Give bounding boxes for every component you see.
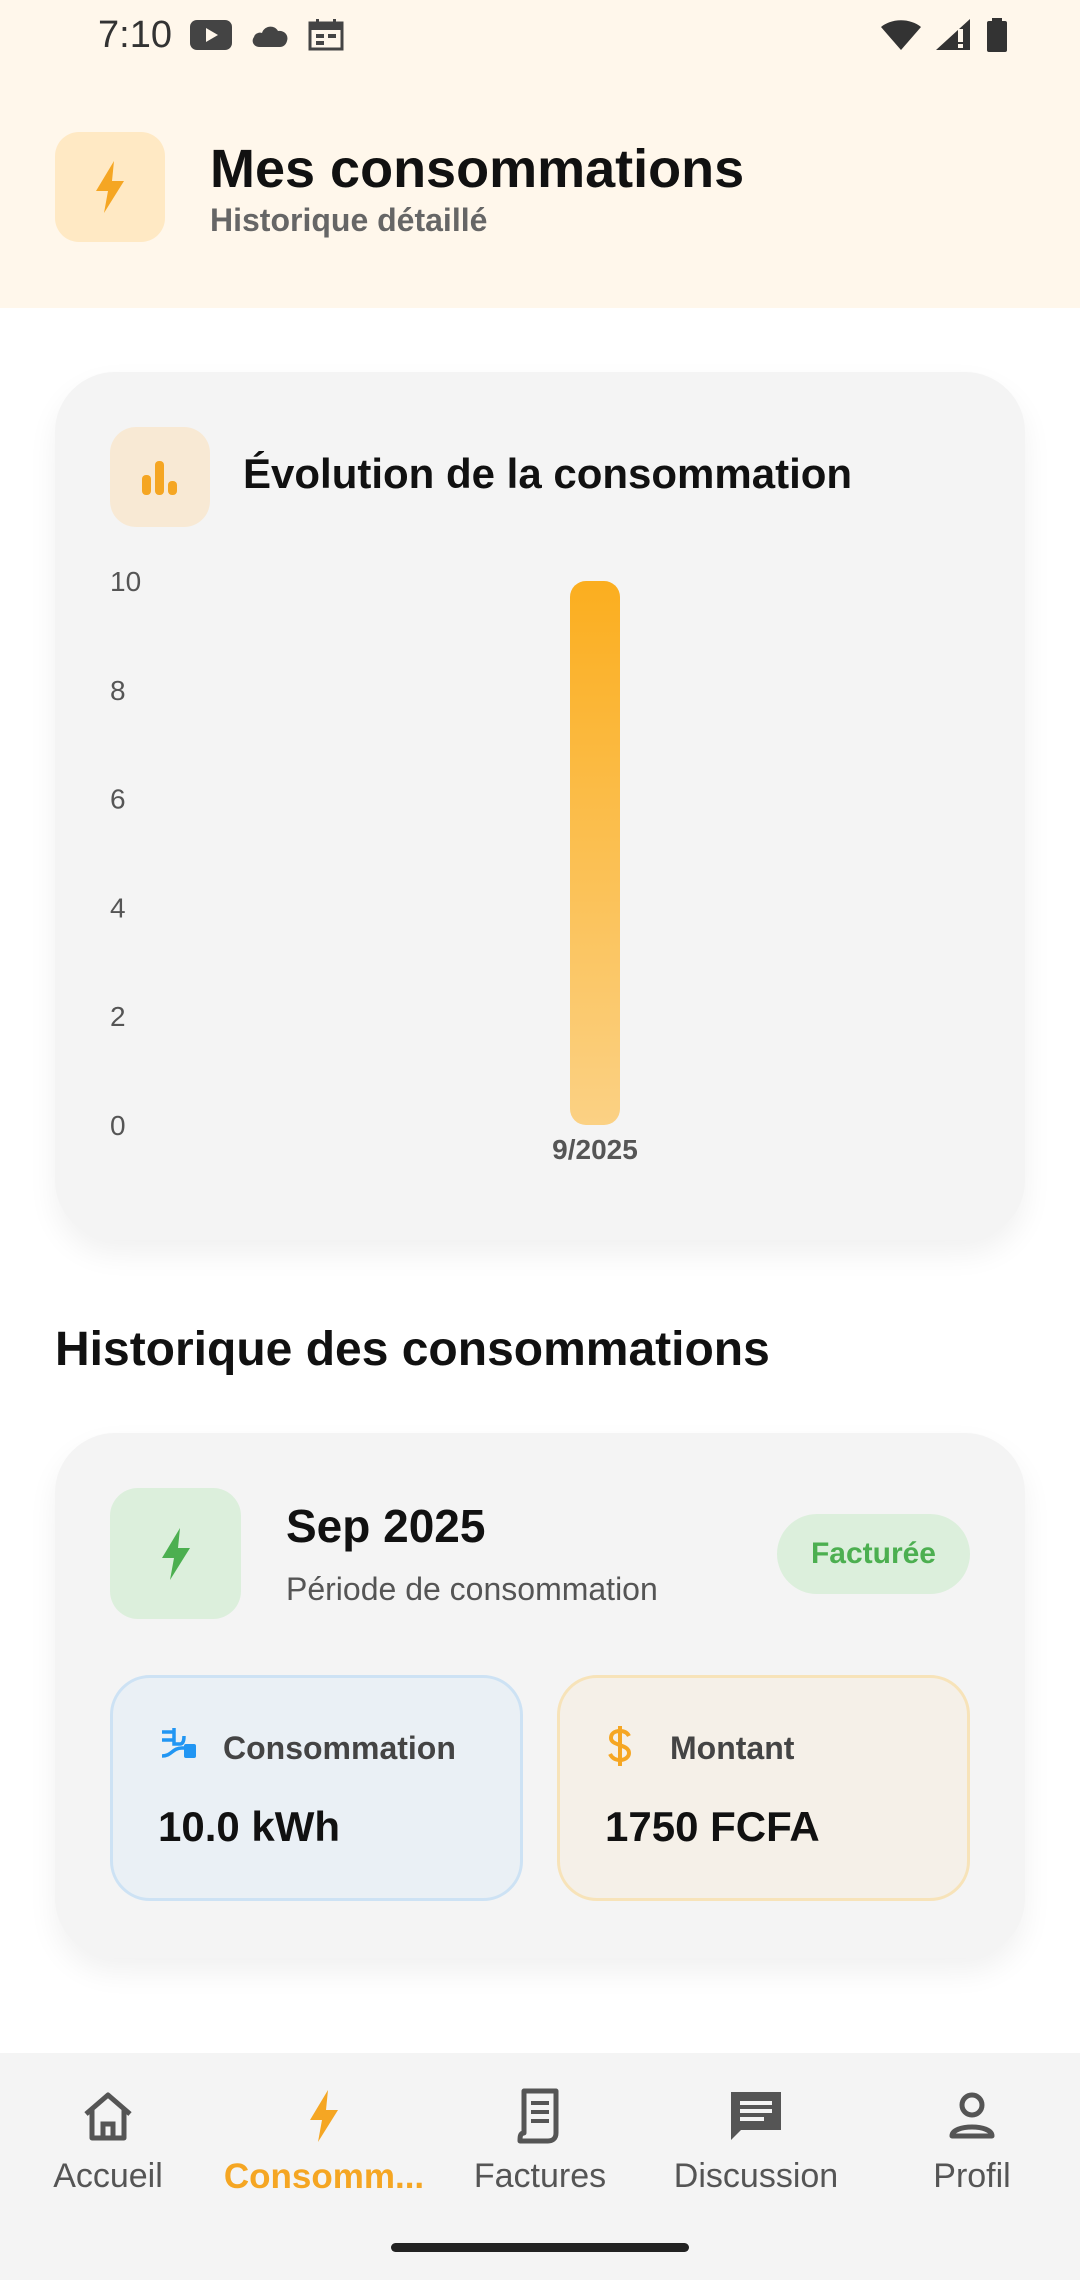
y-tick-label: 4 (110, 892, 126, 923)
plug-icon (161, 1728, 196, 1758)
nav-item-accueil[interactable]: Accueil (0, 2073, 216, 2223)
consumption-chart-card: Évolution de la consommation 0 2 4 6 8 10 9/2… (55, 372, 1025, 1240)
home-icon (84, 2092, 132, 2141)
history-item-icon-badge (110, 1488, 241, 1619)
bolt-icon (310, 2090, 338, 2142)
chat-icon (731, 2092, 781, 2140)
y-tick-label: 8 (110, 675, 126, 706)
person-icon (949, 2092, 995, 2139)
page-title: Mes consommations (210, 139, 745, 199)
history-item-card[interactable]: Sep 2025 Période de consommation Facturé… (55, 1433, 1025, 1958)
youtube-icon (189, 20, 232, 50)
signal-icon (936, 19, 970, 50)
amount-metric: Montant 1750 FCFA (557, 1675, 970, 1901)
page-header: Mes consommations Historique détaillé (0, 70, 1080, 308)
nav-item-discussion[interactable]: Discussion (648, 2073, 864, 2223)
bolt-icon (161, 1527, 190, 1580)
history-item-month: Sep 2025 (286, 1500, 486, 1552)
header-icon-badge (55, 132, 165, 242)
consumption-value: 10.0 kWh (158, 1803, 341, 1850)
calendar-icon (308, 19, 344, 51)
nav-label-profil: Profil (933, 2157, 1011, 2195)
wifi-icon (881, 20, 921, 50)
y-tick-label: 6 (110, 784, 126, 815)
page-subtitle: Historique détaillé (210, 202, 488, 238)
consumption-metric: Consommation 10.0 kWh (110, 1675, 523, 1901)
chart-icon-badge (110, 427, 210, 527)
bolt-icon (96, 161, 124, 213)
nav-item-factures[interactable]: Factures (432, 2073, 648, 2223)
history-item-period-label: Période de consommation (286, 1571, 658, 1607)
dollar-icon (608, 1726, 632, 1766)
y-tick-label: 2 (110, 1001, 126, 1032)
y-tick-label: 0 (110, 1110, 126, 1141)
nav-label-factures: Factures (473, 2157, 607, 2195)
amount-value: 1750 FCFA (605, 1803, 820, 1850)
bar-chart-icon (142, 461, 177, 495)
chart-title: Évolution de la consommation (243, 450, 853, 497)
consumption-bar-chart: 0 2 4 6 8 10 9/2025 (110, 566, 638, 1165)
receipt-icon (517, 2088, 559, 2144)
status-badge: Facturée (776, 1514, 970, 1594)
y-tick-label: 10 (110, 566, 141, 597)
chart-bar (570, 581, 620, 1125)
history-section-title: Historique des consommations (55, 1323, 770, 1376)
nav-label-accueil: Accueil (53, 2157, 163, 2195)
status-time: 7:10 (98, 13, 172, 56)
amount-label: Montant (670, 1730, 795, 1766)
bottom-navigation: Accueil Consomm... Factures Discussion P… (0, 2053, 1080, 2280)
battery-icon (987, 18, 1007, 52)
status-bar: 7:10 (0, 0, 1080, 70)
nav-label-consommations: Consomm... (223, 2157, 425, 2196)
consumption-label: Consommation (223, 1730, 456, 1766)
x-tick-label: 9/2025 (552, 1134, 638, 1165)
nav-item-profil[interactable]: Profil (864, 2073, 1080, 2223)
gesture-navigation-bar (391, 2243, 689, 2252)
nav-label-discussion: Discussion (673, 2157, 839, 2195)
nav-item-consommations[interactable]: Consomm... (216, 2073, 432, 2223)
cloud-icon (252, 26, 288, 47)
